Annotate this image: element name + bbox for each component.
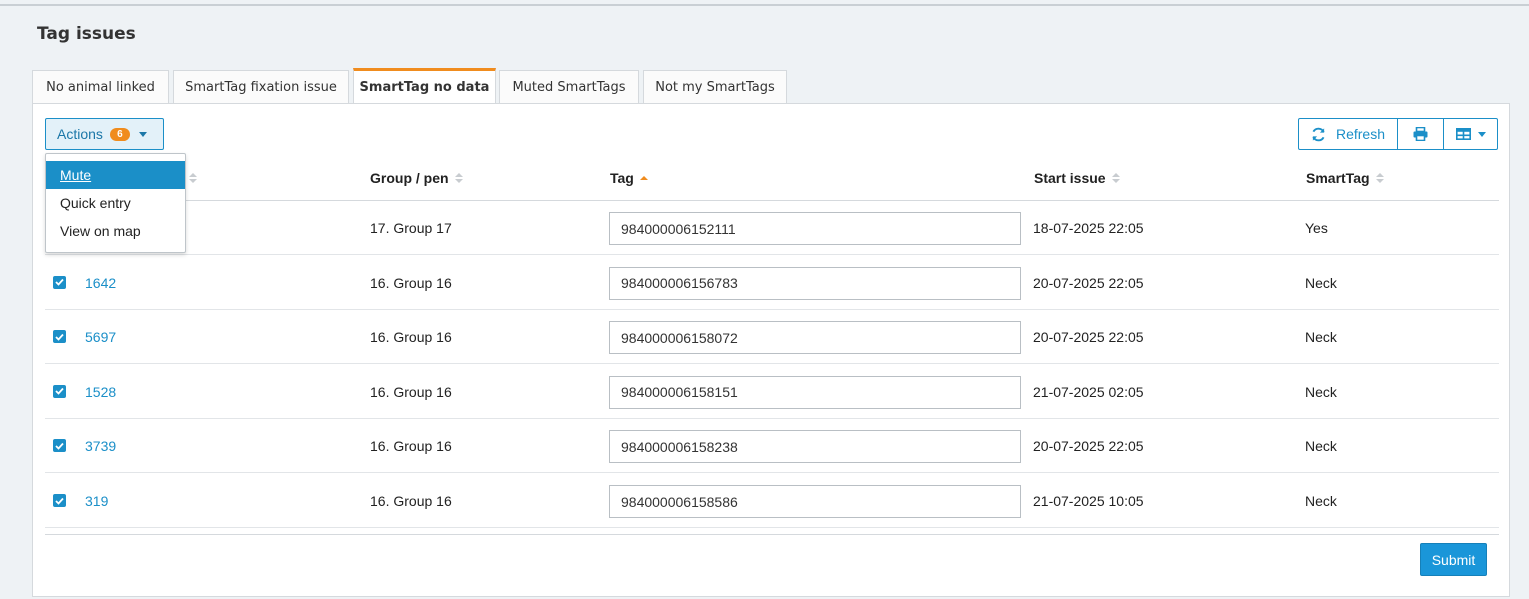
checkmark-icon [55, 442, 64, 450]
menu-item-view-on-map[interactable]: View on map [46, 217, 185, 245]
chevron-down-icon [138, 131, 147, 137]
tag-input[interactable] [609, 485, 1021, 518]
toolbar-button-group: Refresh [1298, 118, 1498, 150]
actions-dropdown-menu: Mute Quick entry View on map [45, 153, 186, 253]
sort-icon [189, 173, 198, 183]
group-pen-cell: 16. Group 16 [370, 274, 452, 291]
menu-item-mute[interactable]: Mute [46, 161, 185, 189]
row-checkbox[interactable] [53, 494, 66, 507]
row-checkbox[interactable] [53, 439, 66, 453]
menu-item-quick-entry[interactable]: Quick entry [46, 189, 185, 217]
column-header-label: Group / pen [370, 170, 449, 186]
smarttag-cell: Neck [1305, 493, 1337, 509]
smarttag-cell: Neck [1305, 274, 1337, 291]
tag-input[interactable] [609, 212, 1021, 245]
table-row: 1528 16. Group 16 21-07-2025 02:05 Neck [45, 365, 1499, 419]
column-header-label: Tag [610, 170, 634, 186]
smarttag-cell: Neck [1305, 329, 1337, 346]
table-row: 3739 16. Group 16 20-07-2025 22:05 Neck [45, 419, 1499, 474]
column-header-smarttag[interactable]: SmartTag [1306, 170, 1384, 186]
smarttag-cell: Yes [1305, 220, 1328, 236]
tab-no-animal-linked[interactable]: No animal linked [32, 70, 169, 103]
page-title: Tag issues [37, 24, 136, 44]
checkmark-icon [55, 497, 64, 505]
start-issue-cell: 21-07-2025 10:05 [1033, 493, 1144, 509]
tab-smarttag-no-data[interactable]: SmartTag no data [353, 68, 496, 104]
chevron-down-icon [1477, 131, 1486, 137]
start-issue-cell: 21-07-2025 02:05 [1033, 383, 1144, 400]
column-header-label: SmartTag [1306, 170, 1370, 186]
table-row: 5697 16. Group 16 20-07-2025 22:05 Neck [45, 310, 1499, 365]
table-footer-divider [45, 534, 1499, 535]
column-header-start-issue[interactable]: Start issue [1034, 170, 1120, 186]
column-chooser-button[interactable] [1444, 118, 1498, 150]
column-header-group[interactable]: Group / pen [370, 170, 463, 186]
tab-not-my-smarttags[interactable]: Not my SmartTags [643, 70, 787, 103]
start-issue-cell: 18-07-2025 22:05 [1033, 220, 1144, 236]
sort-icon [1375, 173, 1384, 183]
group-pen-cell: 16. Group 16 [370, 438, 452, 455]
animal-number-link[interactable]: 1642 [85, 256, 116, 310]
sort-ascending-icon [639, 176, 648, 180]
submit-button[interactable]: Submit [1420, 543, 1487, 576]
tag-input[interactable] [609, 375, 1021, 409]
actions-label: Actions [57, 126, 103, 142]
tab-panel: Actions 6 Refresh Mute Quick entry View … [32, 103, 1510, 597]
print-button[interactable] [1398, 118, 1444, 150]
tag-input[interactable] [609, 266, 1021, 300]
row-checkbox[interactable] [53, 384, 66, 398]
animal-number-link[interactable]: 5697 [85, 310, 116, 364]
sort-icon [1111, 173, 1120, 183]
start-issue-cell: 20-07-2025 22:05 [1033, 329, 1144, 346]
table-columns-icon [1455, 128, 1471, 140]
group-pen-cell: 17. Group 17 [370, 220, 452, 236]
refresh-label: Refresh [1335, 126, 1386, 142]
start-issue-cell: 20-07-2025 22:05 [1033, 438, 1144, 455]
actions-dropdown-button[interactable]: Actions 6 [45, 118, 164, 150]
refresh-icon [1311, 127, 1326, 142]
row-checkbox[interactable] [53, 330, 66, 344]
checkmark-icon [55, 333, 64, 341]
start-issue-cell: 20-07-2025 22:05 [1033, 274, 1144, 291]
group-pen-cell: 16. Group 16 [370, 383, 452, 400]
checkmark-icon [55, 388, 64, 396]
tab-smarttag-fixation-issue[interactable]: SmartTag fixation issue [173, 70, 349, 103]
animal-number-link[interactable]: 1528 [85, 365, 116, 419]
animal-number-link[interactable]: 3739 [85, 419, 116, 473]
tag-input[interactable] [609, 430, 1021, 464]
table-row: 1642 16. Group 16 20-07-2025 22:05 Neck [45, 256, 1499, 310]
column-header-label: Start issue [1034, 170, 1106, 186]
top-divider [0, 4, 1529, 6]
table-row: 319 16. Group 16 21-07-2025 10:05 Neck [45, 474, 1499, 528]
checkmark-icon [55, 278, 64, 286]
row-checkbox[interactable] [53, 275, 66, 289]
animal-number-link[interactable]: 319 [85, 474, 108, 528]
group-pen-cell: 16. Group 16 [370, 329, 452, 346]
sort-icon [454, 173, 463, 183]
smarttag-cell: Neck [1305, 438, 1337, 455]
refresh-button[interactable]: Refresh [1298, 118, 1398, 150]
tab-muted-smarttags[interactable]: Muted SmartTags [499, 70, 639, 103]
printer-icon [1413, 127, 1428, 141]
smarttag-cell: Neck [1305, 383, 1337, 400]
selected-count-badge: 6 [109, 127, 130, 141]
column-header-tag[interactable]: Tag [610, 170, 648, 186]
group-pen-cell: 16. Group 16 [370, 493, 452, 509]
tag-input[interactable] [609, 321, 1021, 355]
table-row: 17. Group 17 18-07-2025 22:05 Yes [45, 201, 1499, 255]
